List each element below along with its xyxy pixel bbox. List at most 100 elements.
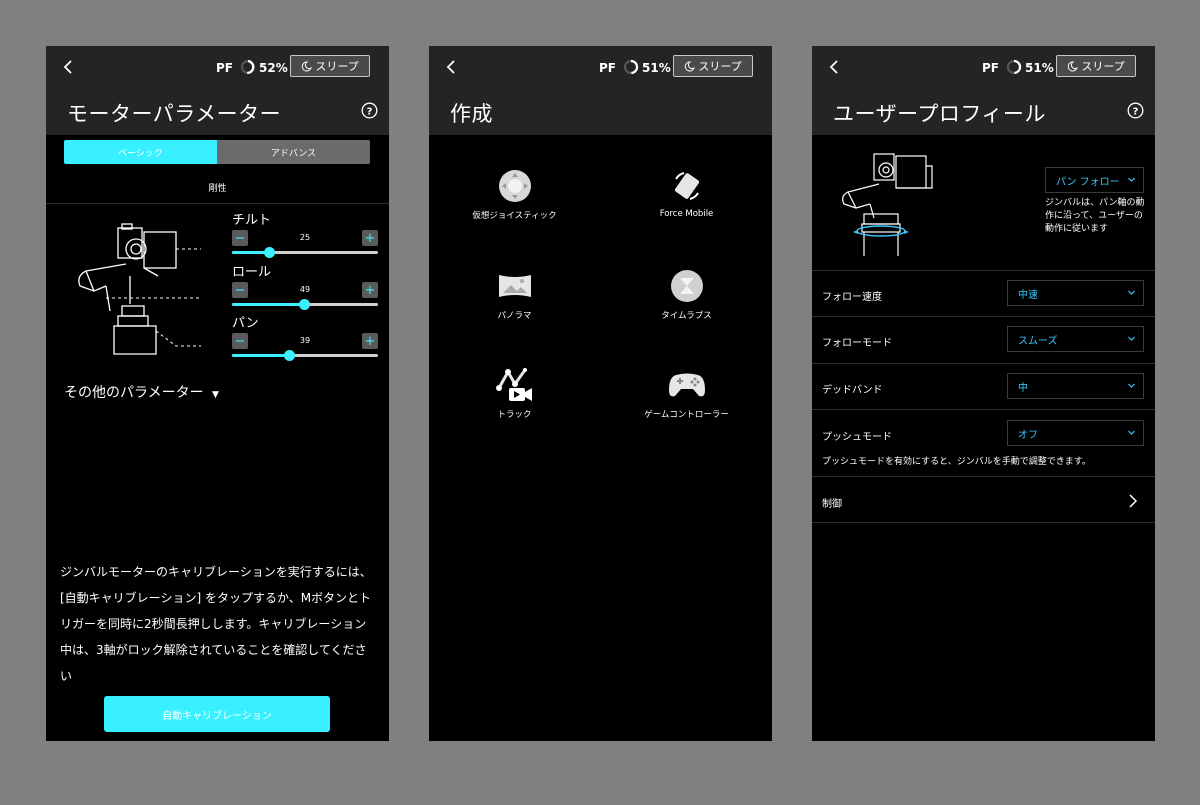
svg-text:?: ? [1133,106,1139,117]
track-icon [495,368,532,401]
other-parameters-label: その他のパラメーター [64,385,204,401]
back-icon[interactable] [443,58,461,76]
chevron-down-icon [1128,430,1135,435]
stiffness-heading: 剛性 [208,184,227,194]
sleep-button[interactable]: スリープ [290,55,370,77]
sleep-label: スリープ [315,60,359,73]
follow-mode-row-value: スムーズ [1018,335,1058,347]
tilt-slider-handle[interactable] [264,247,275,258]
page-title: ユーザープロフィール [833,102,1046,126]
header: PF 51% スリープ 作成 [429,46,772,135]
tilt-slider[interactable] [232,247,378,258]
chevron-down-icon [1128,177,1135,182]
timelapse-icon [670,270,703,302]
sleep-button[interactable]: スリープ [673,55,753,77]
divider [812,363,1155,364]
roll-label: ロール [232,265,272,280]
other-parameters-toggle[interactable]: その他のパラメーター ▼ [64,382,219,402]
gamepad-icon [668,373,705,397]
virtual-joystick-item[interactable]: 仮想ジョイスティック [429,169,600,221]
chevron-down-icon [1128,336,1135,341]
panorama-icon [498,275,531,297]
follow-mode-select[interactable]: パン フォロー [1045,167,1144,193]
mode-tabs: ベーシック アドバンス [64,140,370,164]
follow-mode-row-select[interactable]: スムーズ [1007,326,1144,352]
header: PF 52% スリープ モーターパラメーター ? [46,46,389,135]
sleep-label: スリープ [698,60,742,73]
page-title: 作成 [450,102,493,126]
sleep-label: スリープ [1081,60,1125,73]
deadband-select[interactable]: 中 [1007,373,1144,399]
pf-mode-label: PF [982,61,999,75]
back-icon[interactable] [826,58,844,76]
header: PF 51% スリープ ユーザープロフィール ? [812,46,1155,135]
user-profile-screen: PF 51% スリープ ユーザープロフィール ? パン フォロー ジンバルは、パ… [812,46,1155,741]
moon-icon [1068,60,1079,71]
timelapse-label: タイムラプス [661,311,712,321]
divider [812,270,1155,271]
follow-mode-row-label: フォローモード [822,338,892,349]
pan-value: 39 [299,336,311,345]
battery-ring-icon [240,59,256,75]
roll-value: 49 [299,285,311,294]
sleep-button[interactable]: スリープ [1056,55,1136,77]
roll-slider-handle[interactable] [299,299,310,310]
force-mobile-label: Force Mobile [659,209,714,219]
force-mobile-icon [674,172,699,200]
panorama-item[interactable]: パノラマ [429,269,600,321]
help-icon[interactable]: ? [361,102,378,119]
force-mobile-item[interactable]: Force Mobile [601,169,772,219]
battery-ring-icon [623,59,639,75]
battery-ring-icon [1006,59,1022,75]
caret-down-icon: ▼ [212,390,219,400]
game-controller-item[interactable]: ゲームコントローラー [601,368,772,420]
divider [812,316,1155,317]
battery-percent: 51% [642,61,671,75]
roll-slider[interactable] [232,299,378,310]
divider [46,203,389,204]
motor-parameters-screen: PF 52% スリープ モーターパラメーター ? ベーシック アドバンス 剛性 [46,46,389,741]
tilt-value: 25 [299,233,311,242]
track-item[interactable]: トラック [429,368,600,420]
follow-speed-label: フォロー速度 [822,292,882,303]
page-title: モーターパラメーター [67,102,282,126]
push-mode-description: プッシュモードを有効にすると、ジンバルを手動で調整できます。 [822,457,1091,467]
battery-percent: 52% [259,61,288,75]
gimbal-illustration [78,223,201,355]
roll-plus-button[interactable]: + [362,282,378,298]
virtual-joystick-label: 仮想ジョイスティック [472,211,557,221]
track-label: トラック [497,410,532,420]
chevron-down-icon [1128,383,1135,388]
deadband-label: デッドバンド [822,385,883,396]
calibration-description: ジンバルモーターのキャリブレーションを実行するには、[自動キャリブレーション] … [60,565,372,683]
pan-slider[interactable] [232,350,378,361]
panorama-label: パノラマ [497,311,532,321]
pan-label: パン [232,316,259,331]
pf-mode-label: PF [216,61,233,75]
moon-icon [685,60,696,71]
joystick-icon [498,170,531,202]
pan-plus-button[interactable]: + [362,333,378,349]
chevron-right-icon[interactable] [1126,493,1140,509]
auto-calibration-button[interactable]: 自動キャリブレーション [104,696,330,732]
control-row-label: 制御 [822,499,842,510]
help-icon[interactable]: ? [1127,102,1144,119]
tilt-plus-button[interactable]: + [362,230,378,246]
tab-advanced[interactable]: アドバンス [217,140,370,164]
follow-speed-select[interactable]: 中速 [1007,280,1144,306]
pan-slider-handle[interactable] [284,350,295,361]
push-mode-select[interactable]: オフ [1007,420,1144,446]
divider [812,522,1155,523]
deadband-value: 中 [1018,382,1028,394]
back-icon[interactable] [60,58,78,76]
follow-speed-value: 中速 [1018,289,1038,301]
pf-mode-label: PF [599,61,616,75]
follow-mode-description: ジンバルは、パン軸の動作に沿って、ユーザーの動作に従います [1045,198,1145,234]
game-controller-label: ゲームコントローラー [644,410,729,420]
timelapse-item[interactable]: タイムラプス [601,269,772,321]
svg-text:?: ? [367,106,373,117]
chevron-down-icon [1128,290,1135,295]
tilt-label: チルト [232,213,272,228]
tab-basic[interactable]: ベーシック [64,140,217,164]
moon-icon [302,60,313,71]
